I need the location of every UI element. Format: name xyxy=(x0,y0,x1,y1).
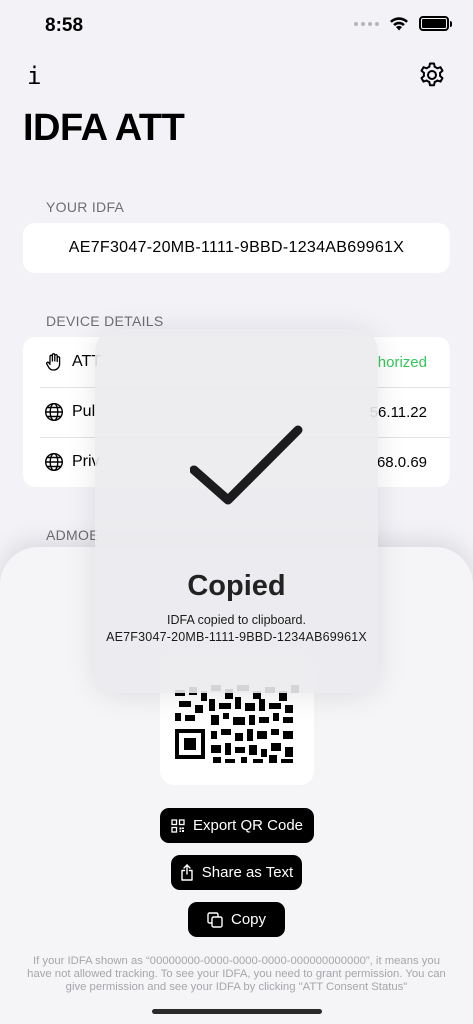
copied-hud: Copied IDFA copied to clipboard. AE7F304… xyxy=(95,329,378,693)
tracking-footnote: If your IDFA shown as “00000000-0000-000… xyxy=(27,955,446,993)
page-title: IDFA ATT xyxy=(23,107,185,149)
qr-code-icon xyxy=(171,818,185,833)
your-idfa-section-label: YOUR IDFA xyxy=(46,199,125,215)
copy-icon xyxy=(207,911,223,928)
idfa-value-card[interactable]: AE7F3047-20MB-1111-9BBD-1234AB69961X xyxy=(23,223,450,273)
cellular-dots-icon xyxy=(354,21,379,26)
device-row-value: horized xyxy=(377,353,427,371)
device-details-section-label: DEVICE DETAILS xyxy=(46,313,164,329)
export-qr-code-label: Export QR Code xyxy=(192,817,304,834)
checkmark-icon xyxy=(190,425,303,505)
globe-icon xyxy=(44,452,64,472)
export-qr-code-button[interactable]: Export QR Code xyxy=(160,808,314,843)
device-row-value: 68.0.69 xyxy=(376,453,427,471)
battery-icon xyxy=(419,16,452,31)
home-indicator[interactable] xyxy=(152,1009,322,1014)
gear-icon[interactable] xyxy=(418,61,446,89)
share-as-text-button[interactable]: Share as Text xyxy=(171,855,302,890)
status-bar: 8:58 xyxy=(0,0,473,50)
admob-section-label: ADMOE xyxy=(46,527,99,543)
device-row-label: Pul xyxy=(72,403,96,420)
wifi-icon xyxy=(390,17,408,31)
hud-message-text: IDFA copied to clipboard. xyxy=(167,613,306,627)
device-row-value: 56.11.22 xyxy=(369,403,427,421)
hud-message: IDFA copied to clipboard. AE7F3047-20MB-… xyxy=(105,612,368,646)
hud-idfa-value: AE7F3047-20MB-1111-9BBD-1234AB69961X xyxy=(106,630,367,644)
status-time: 8:58 xyxy=(45,15,84,36)
globe-icon xyxy=(44,402,64,422)
share-icon xyxy=(181,864,193,881)
info-button[interactable]: i xyxy=(27,62,47,90)
share-as-text-label: Share as Text xyxy=(201,864,294,881)
copy-button[interactable]: Copy xyxy=(188,902,285,937)
qr-code-image xyxy=(175,685,299,763)
copy-label: Copy xyxy=(230,911,267,928)
hud-title: Copied xyxy=(187,570,286,602)
hand-icon xyxy=(46,353,61,371)
idfa-value: AE7F3047-20MB-1111-9BBD-1234AB69961X xyxy=(68,239,405,256)
status-icons xyxy=(354,16,452,31)
